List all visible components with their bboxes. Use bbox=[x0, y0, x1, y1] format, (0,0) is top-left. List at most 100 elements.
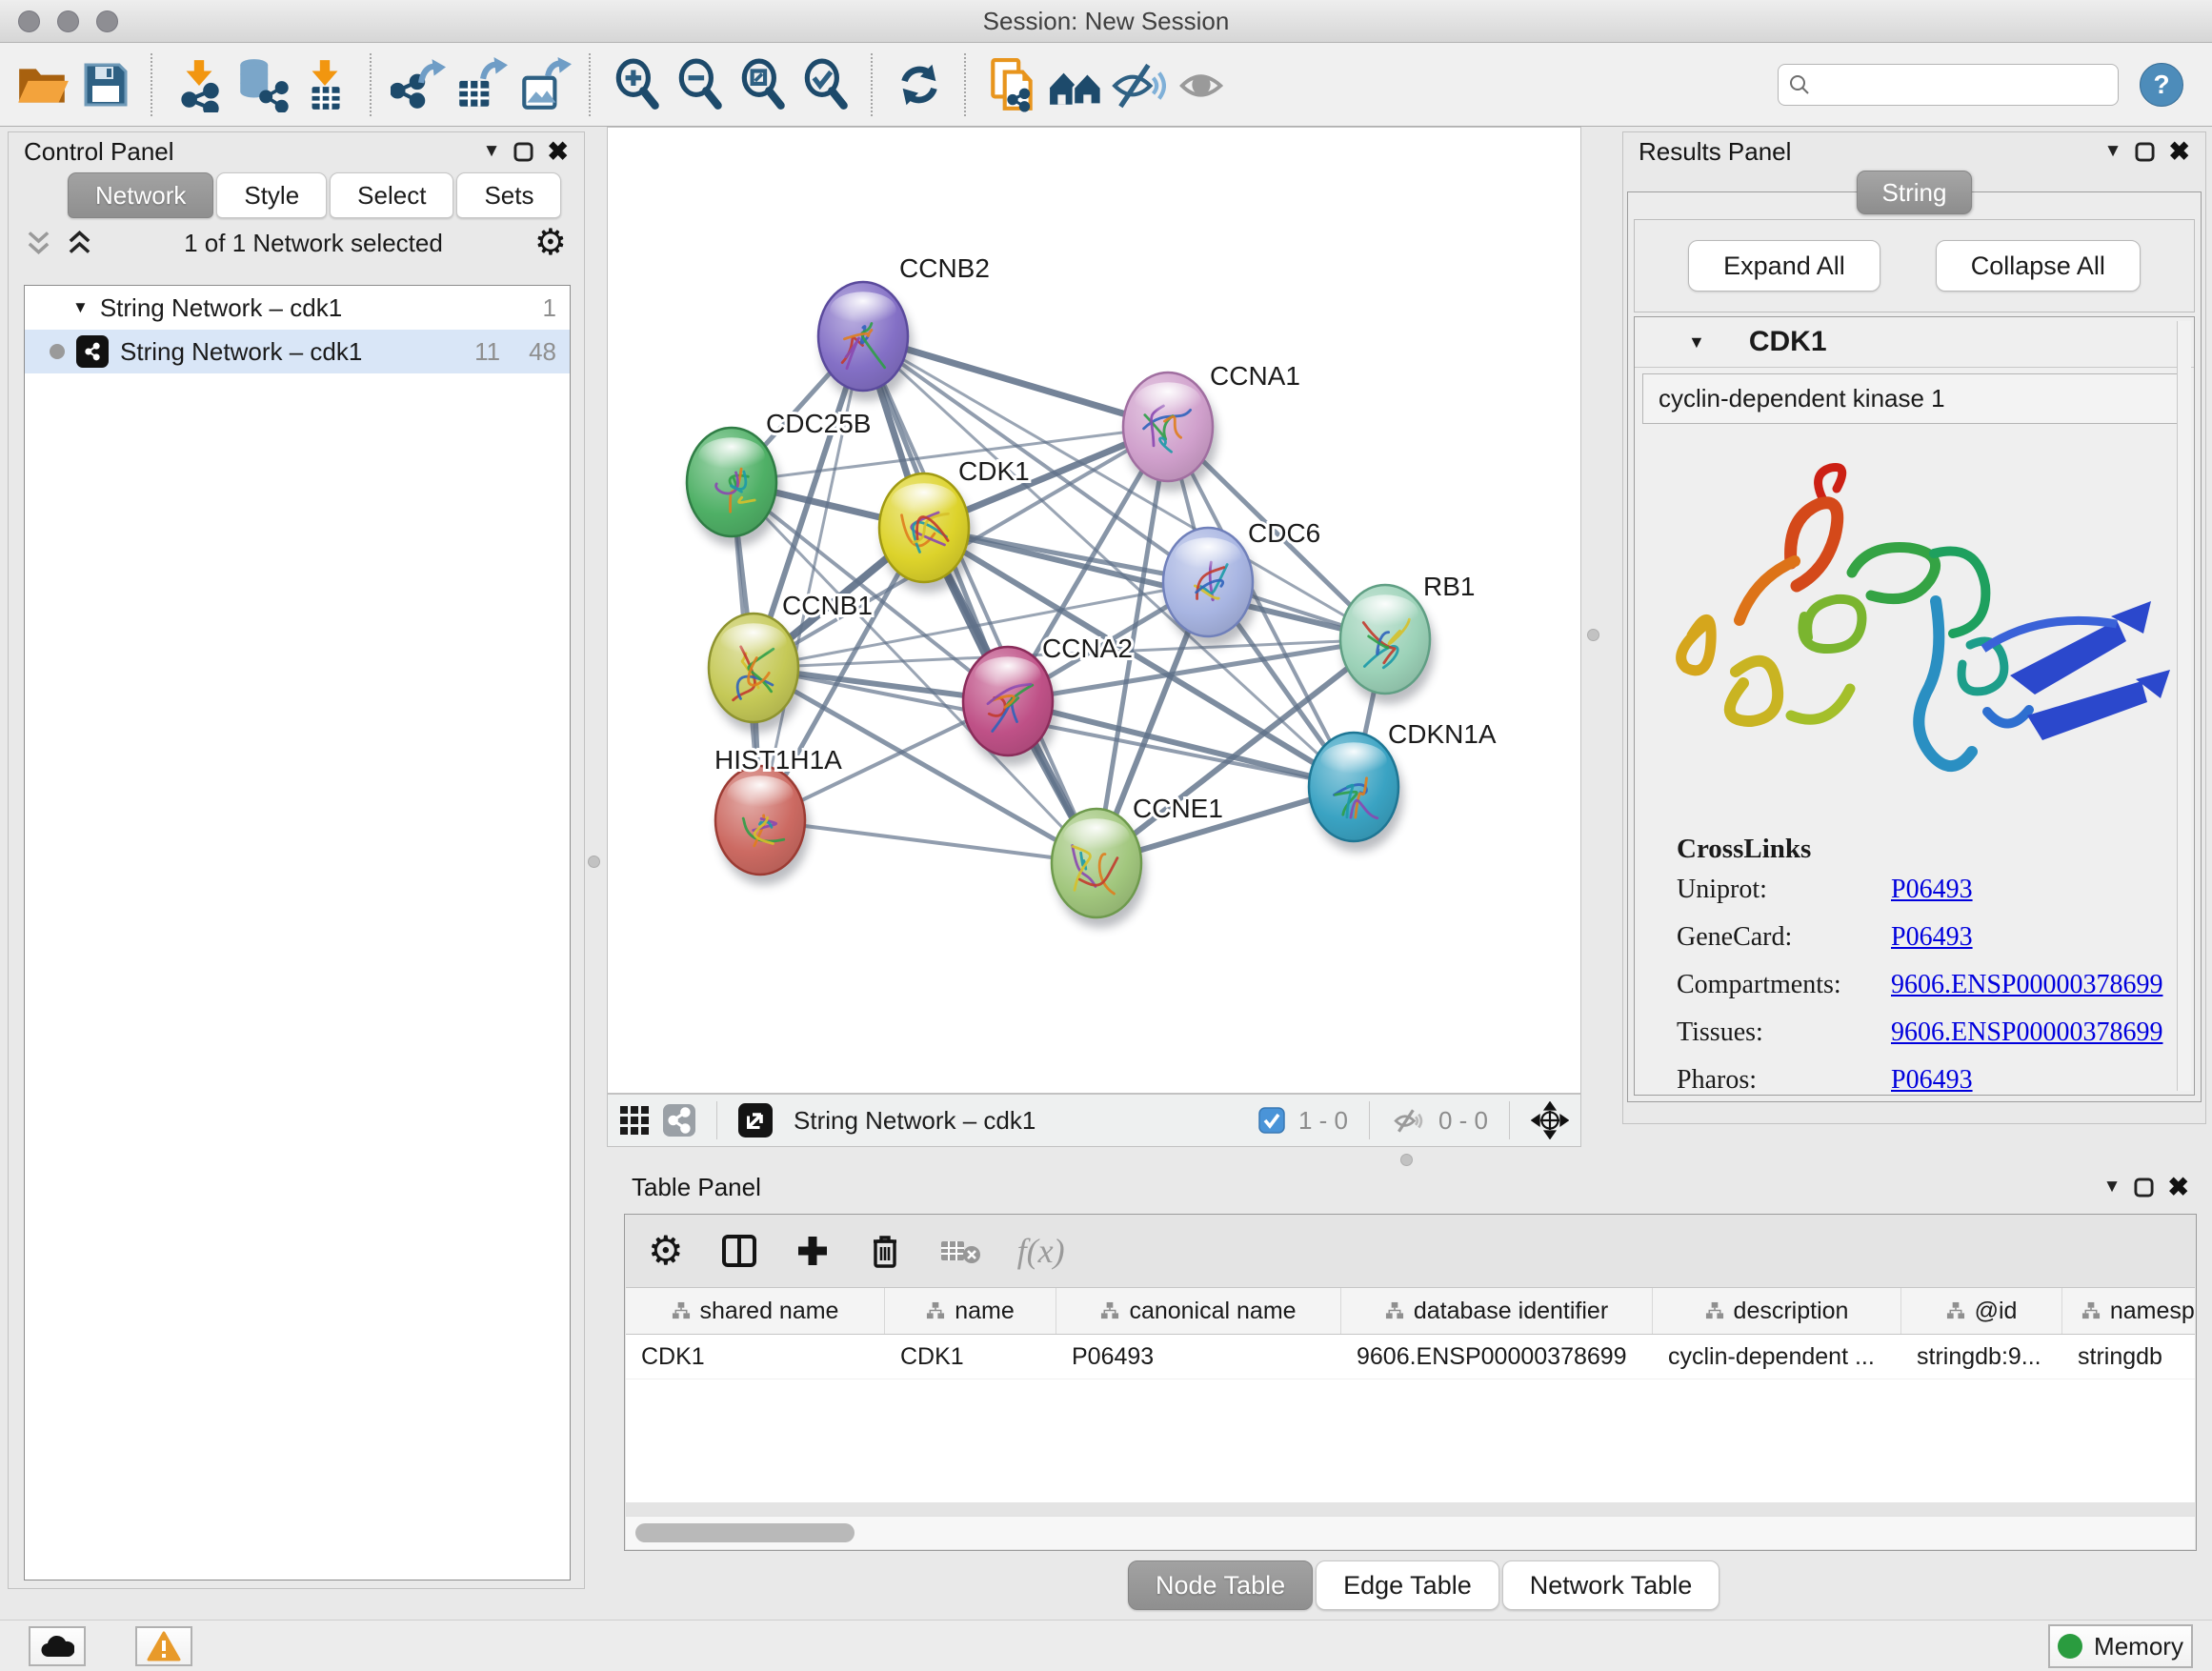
panel-menu-icon[interactable]: ▼ bbox=[2104, 141, 2122, 162]
column-header-@id[interactable]: @id bbox=[1901, 1288, 2062, 1334]
close-panel-icon[interactable]: ✖ bbox=[547, 137, 569, 167]
float-panel-icon[interactable] bbox=[513, 142, 533, 162]
node-CCNB1[interactable] bbox=[709, 614, 803, 733]
tab-network-table[interactable]: Network Table bbox=[1502, 1560, 1720, 1610]
column-header-name[interactable]: name bbox=[885, 1288, 1056, 1334]
close-panel-icon[interactable]: ✖ bbox=[2168, 137, 2190, 167]
tab-sets[interactable]: Sets bbox=[456, 172, 561, 218]
network-options-gear-icon[interactable]: ⚙ bbox=[534, 225, 567, 261]
table-cell[interactable]: stringdb:9... bbox=[1901, 1335, 2062, 1379]
delete-column-icon[interactable] bbox=[867, 1232, 903, 1270]
right-splitter-handle[interactable] bbox=[1587, 629, 1599, 641]
panel-menu-icon[interactable]: ▼ bbox=[483, 141, 501, 162]
network-view-canvas[interactable]: CCNB2CCNA1CDC25BCDK1CDC6RB1CCNB1CCNA2CDK… bbox=[607, 127, 1581, 1094]
hide-selected-button[interactable] bbox=[1107, 51, 1170, 118]
expand-all-button[interactable]: Expand All bbox=[1688, 240, 1880, 292]
float-panel-icon[interactable] bbox=[2135, 142, 2155, 162]
import-network-database-button[interactable] bbox=[231, 51, 293, 118]
open-session-button[interactable] bbox=[11, 51, 74, 118]
edge-CCNB2-CCNE1[interactable] bbox=[863, 336, 1096, 863]
help-button[interactable]: ? bbox=[2140, 63, 2183, 107]
column-header-canonical-name[interactable]: canonical name bbox=[1056, 1288, 1341, 1334]
collapse-all-button[interactable]: Collapse All bbox=[1936, 240, 2141, 292]
table-options-gear-icon[interactable]: ⚙ bbox=[648, 1231, 684, 1271]
left-splitter-handle[interactable] bbox=[588, 856, 600, 868]
crosslink-link[interactable]: P06493 bbox=[1891, 922, 1973, 953]
panel-menu-icon[interactable]: ▼ bbox=[2103, 1177, 2122, 1198]
tab-network[interactable]: Network bbox=[68, 172, 213, 218]
gene-expander-icon[interactable]: ▼ bbox=[1688, 332, 1705, 352]
cloud-status-button[interactable] bbox=[29, 1626, 86, 1666]
node-HIST1H1A[interactable] bbox=[715, 766, 810, 885]
import-table-file-button[interactable] bbox=[293, 51, 356, 118]
selected-checkbox-icon[interactable] bbox=[1258, 1107, 1285, 1134]
crosslink-link[interactable]: P06493 bbox=[1891, 1065, 1973, 1096]
collapse-all-networks-icon[interactable] bbox=[67, 229, 92, 257]
crosslink-link[interactable]: 9606.ENSP00000378699 bbox=[1891, 970, 2162, 1000]
node-RB1[interactable] bbox=[1340, 585, 1435, 704]
float-panel-icon[interactable] bbox=[2134, 1178, 2154, 1198]
tab-style[interactable]: Style bbox=[216, 172, 327, 218]
zoom-selected-button[interactable] bbox=[794, 51, 857, 118]
network-row[interactable]: String Network – cdk1 11 48 bbox=[25, 330, 570, 373]
show-columns-icon[interactable] bbox=[720, 1232, 758, 1270]
show-all-button[interactable] bbox=[1170, 51, 1233, 118]
tab-select[interactable]: Select bbox=[330, 172, 453, 218]
zoom-in-button[interactable] bbox=[606, 51, 669, 118]
save-session-button[interactable] bbox=[74, 51, 137, 118]
crosslink-link[interactable]: 9606.ENSP00000378699 bbox=[1891, 1017, 2162, 1048]
table-horizontal-scrollbar[interactable] bbox=[626, 1516, 2195, 1549]
node-CDK1[interactable] bbox=[879, 473, 974, 593]
first-neighbors-button[interactable] bbox=[1044, 51, 1107, 118]
column-header-description[interactable]: description bbox=[1653, 1288, 1901, 1334]
minimize-window-button[interactable] bbox=[57, 10, 79, 32]
add-column-icon[interactable] bbox=[794, 1233, 831, 1269]
table-cell[interactable]: CDK1 bbox=[885, 1335, 1056, 1379]
grid-view-icon[interactable] bbox=[619, 1105, 650, 1136]
search-input[interactable] bbox=[1819, 70, 2108, 98]
tab-node-table[interactable]: Node Table bbox=[1128, 1560, 1313, 1610]
warnings-status-button[interactable] bbox=[135, 1626, 192, 1666]
crosslink-link[interactable]: P06493 bbox=[1891, 875, 1973, 905]
node-CCNA2[interactable] bbox=[963, 647, 1057, 766]
table-row[interactable]: CDK1CDK1P064939606.ENSP00000378699cyclin… bbox=[626, 1335, 2195, 1379]
close-panel-icon[interactable]: ✖ bbox=[2167, 1173, 2189, 1202]
detach-view-icon[interactable] bbox=[738, 1103, 773, 1137]
scrollbar-thumb[interactable] bbox=[635, 1523, 855, 1542]
network-collection-row[interactable]: ▼ String Network – cdk1 1 bbox=[25, 286, 570, 330]
gene-card-header[interactable]: ▼ CDK1 bbox=[1635, 317, 2194, 368]
tab-string[interactable]: String bbox=[1857, 171, 1973, 214]
node-CDKN1A[interactable] bbox=[1309, 733, 1403, 852]
hidden-eye-slash-icon[interactable] bbox=[1391, 1106, 1425, 1135]
table-cell[interactable]: P06493 bbox=[1056, 1335, 1341, 1379]
close-window-button[interactable] bbox=[18, 10, 40, 32]
column-header-shared-name[interactable]: shared name bbox=[626, 1288, 885, 1334]
results-scrollbar[interactable] bbox=[2177, 321, 2191, 1091]
table-cell[interactable]: cyclin-dependent ... bbox=[1653, 1335, 1901, 1379]
import-network-file-button[interactable] bbox=[168, 51, 231, 118]
collection-expander-icon[interactable]: ▼ bbox=[72, 298, 89, 317]
column-header-database-identifier[interactable]: database identifier bbox=[1341, 1288, 1653, 1334]
edge-HIST1H1A-CCNE1[interactable] bbox=[760, 820, 1096, 863]
zoom-fit-button[interactable] bbox=[732, 51, 794, 118]
export-network-button[interactable] bbox=[387, 51, 450, 118]
export-image-button[interactable] bbox=[513, 51, 575, 118]
clone-network-button[interactable] bbox=[981, 51, 1044, 118]
node-CCNA1[interactable] bbox=[1123, 372, 1217, 492]
memory-button[interactable]: Memory bbox=[2048, 1624, 2193, 1668]
zoom-out-button[interactable] bbox=[669, 51, 732, 118]
table-cell[interactable]: stringdb bbox=[2062, 1335, 2195, 1379]
apply-layout-button[interactable] bbox=[888, 51, 951, 118]
column-header-namespace[interactable]: namespace bbox=[2062, 1288, 2195, 1334]
node-CCNB2[interactable] bbox=[818, 282, 913, 401]
table-cell[interactable]: 9606.ENSP00000378699 bbox=[1341, 1335, 1653, 1379]
string-view-icon[interactable] bbox=[663, 1104, 695, 1137]
zoom-window-button[interactable] bbox=[96, 10, 118, 32]
table-cell[interactable]: CDK1 bbox=[626, 1335, 885, 1379]
node-CCNE1[interactable] bbox=[1052, 809, 1146, 928]
bottom-splitter-handle[interactable] bbox=[1400, 1154, 1413, 1166]
expand-all-networks-icon[interactable] bbox=[26, 229, 51, 257]
node-CDC6[interactable] bbox=[1163, 528, 1257, 647]
tab-edge-table[interactable]: Edge Table bbox=[1316, 1560, 1499, 1610]
birds-eye-view-icon[interactable] bbox=[1531, 1101, 1569, 1139]
